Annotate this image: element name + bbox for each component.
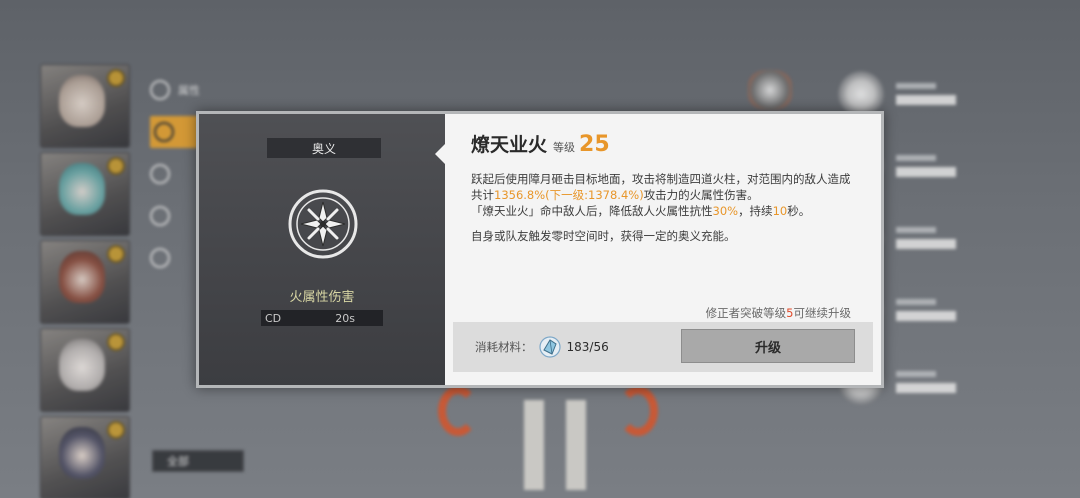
skill-category-tag: 奥义	[267, 138, 381, 158]
character-face	[59, 75, 105, 127]
notice-text: 修正者突破等级	[705, 306, 787, 320]
description-text: ，持续	[738, 204, 773, 218]
crossed-blades-emblem-icon	[287, 188, 359, 260]
character-portrait-list	[40, 64, 132, 498]
character-portrait[interactable]	[40, 416, 130, 498]
skill-summary-panel: 奥义 火属性伤害 CD 20s	[199, 114, 445, 385]
skill-detail-dialog: 奥义 火属性伤害 CD 20s 燎天业火 等级 25 跃起后使用障月砸击目标地面…	[196, 111, 884, 388]
character-portrait[interactable]	[40, 152, 130, 236]
character-portrait[interactable]	[40, 240, 130, 324]
crystal-material-icon	[538, 336, 561, 358]
upgrade-footer: 消耗材料： 183/56 升级	[453, 322, 873, 372]
resistance-reduction-value: 30%	[712, 204, 739, 218]
upgrade-requirement-notice: 修正者突破等级5可继续升级	[706, 305, 851, 321]
description-text: 攻击力的火属性伤害。	[643, 188, 759, 202]
skill-info-panel: 燎天业火 等级 25 跃起后使用障月砸击目标地面，攻击将制造四道火柱，对范围内的…	[445, 114, 881, 385]
character-face	[59, 251, 105, 303]
required-breakthrough-level: 5	[786, 306, 794, 320]
rank-badge-icon	[107, 333, 125, 351]
description-paragraph: 「燎天业火」命中敌人后，降低敌人火属性抗性30%，持续10秒。	[471, 203, 855, 219]
cooldown-bar: CD 20s	[261, 310, 383, 326]
damage-multiplier: 1356.8%(下一级:1378.4%)	[494, 188, 644, 202]
cooldown-label: CD	[265, 311, 282, 325]
flame-tail-left	[438, 386, 478, 436]
character-face	[59, 339, 105, 391]
level-label: 等级	[553, 141, 576, 154]
skill-description: 跃起后使用障月砸击目标地面，攻击将制造四道火柱，对范围内的敌人造成共计1356.…	[471, 171, 855, 244]
side-menu-item-skills[interactable]	[150, 116, 198, 148]
character-face	[59, 163, 105, 215]
attribute-icon	[150, 80, 170, 100]
upgrade-button[interactable]: 升级	[681, 329, 855, 363]
character-face	[59, 427, 105, 479]
description-text: 秒。	[787, 204, 811, 218]
level-value: 25	[579, 132, 610, 157]
character-portrait[interactable]	[40, 64, 130, 148]
material-label: 消耗材料：	[475, 340, 533, 354]
menu-icon	[150, 206, 170, 226]
side-menu-item-attributes[interactable]: 属性	[150, 74, 230, 106]
rank-badge-icon	[107, 157, 125, 175]
flame-tail-right	[618, 386, 658, 436]
filter-all-label: 全部	[167, 455, 189, 468]
rank-badge-icon	[107, 245, 125, 263]
rank-badge-icon	[107, 421, 125, 439]
material-count: 183/56	[566, 340, 609, 354]
character-figure	[438, 380, 658, 498]
skill-title-row: 燎天业火 等级 25	[471, 130, 855, 157]
upgrade-label: 升级	[754, 340, 781, 356]
description-paragraph: 自身或队友触发零时空间时，获得一定的奥义充能。	[471, 229, 736, 243]
skill-icon	[154, 122, 174, 142]
menu-icon	[150, 248, 170, 268]
character-head-figure	[748, 70, 792, 110]
duration-value: 10	[772, 204, 788, 218]
cooldown-value: 20s	[335, 311, 355, 325]
skill-name: 燎天业火	[471, 134, 548, 156]
damage-type-label: 火属性伤害	[289, 290, 355, 305]
menu-icon	[150, 164, 170, 184]
notice-text: 可继续升级	[793, 306, 852, 320]
pointer-arrow	[435, 144, 445, 164]
skill-category-label: 奥义	[311, 141, 336, 156]
description-paragraph: 跃起后使用障月砸击目标地面，攻击将制造四道火柱，对范围内的敌人造成共计1356.…	[471, 171, 855, 203]
character-leg	[524, 400, 544, 490]
side-menu-label: 属性	[178, 84, 200, 97]
filter-all-button[interactable]: 全部	[152, 450, 244, 472]
rank-badge-icon	[107, 69, 125, 87]
description-text: 「燎天业火」命中敌人后，降低敌人火属性抗性	[471, 204, 713, 218]
character-leg	[566, 400, 586, 490]
character-portrait[interactable]	[40, 328, 130, 412]
